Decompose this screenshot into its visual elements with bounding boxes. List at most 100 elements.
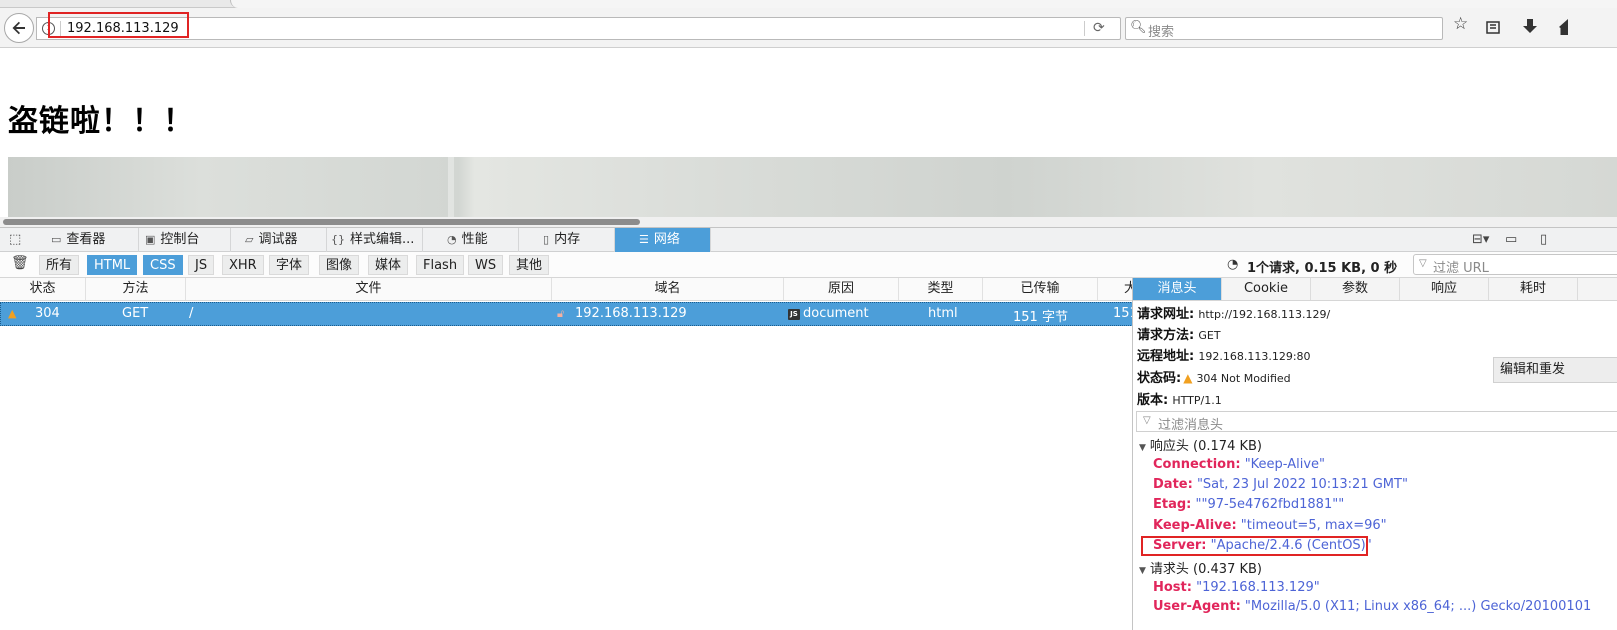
tab-console[interactable]: ▣ 控制台	[139, 228, 231, 252]
reload-icon[interactable]: ⟳	[1093, 20, 1105, 36]
header-value: "Mozilla/5.0 (X11; Linux x86_64; ...) Ge…	[1244, 599, 1592, 614]
column-size[interactable]: 大	[1098, 278, 1133, 300]
filter-images[interactable]: 图像	[319, 255, 360, 275]
tab-memory[interactable]: ▯ 内存	[519, 228, 615, 252]
header-name: Host:	[1153, 580, 1192, 595]
request-header-row: User-Agent: "Mozilla/5.0 (X11; Linux x86…	[1153, 599, 1617, 614]
summary-clock-icon: ◔	[1227, 257, 1239, 272]
tab-debugger[interactable]: ▱ 调试器	[231, 228, 327, 252]
filter-html[interactable]: HTML	[87, 255, 138, 275]
header-value: "192.168.113.129"	[1196, 580, 1320, 595]
back-arrow-icon	[12, 21, 25, 35]
filter-css[interactable]: CSS	[143, 255, 183, 275]
response-header-row: Connection: "Keep-Alive"	[1153, 457, 1325, 472]
scrollbar-thumb[interactable]	[3, 219, 640, 225]
response-headers-section[interactable]: ▼ 响应头 (0.174 KB)	[1139, 435, 1262, 454]
debugger-icon: ▱	[245, 233, 254, 246]
filter-media[interactable]: 媒体	[368, 255, 409, 275]
download-icon[interactable]	[1522, 18, 1538, 36]
console-icon: ▣	[145, 233, 156, 246]
search-icon: 🔍︎	[1130, 20, 1147, 35]
bookmarks-library-icon[interactable]	[1485, 19, 1501, 35]
column-file[interactable]: 文件	[186, 278, 552, 300]
element-picker-icon[interactable]: ⬚	[9, 232, 21, 247]
header-value: "Keep-Alive"	[1244, 457, 1326, 472]
tab-inspector[interactable]: ▭ 查看器	[36, 228, 139, 252]
response-headers-title: 响应头 (0.174 KB)	[1149, 439, 1262, 454]
row-type: html	[928, 306, 958, 321]
active-tab-edge[interactable]	[230, 0, 1617, 8]
header-value: "timeout=5, max=96"	[1240, 518, 1387, 533]
url-right-separator	[1084, 21, 1085, 36]
filter-all[interactable]: 所有	[39, 255, 80, 275]
tab-network[interactable]: ☰ 网络	[615, 228, 711, 252]
devtools-toolbar: ⬚ ▭ 查看器 ▣ 控制台 ▱ 调试器 {} 样式编辑... ◔ 性能 ▯ 内存 ☰ 网络 ⊟…	[0, 227, 1617, 252]
request-headers-section[interactable]: ▼ 请求头 (0.437 KB)	[1139, 558, 1262, 577]
filter-js[interactable]: JS	[188, 255, 215, 275]
url-highlight-box	[48, 12, 189, 38]
search-placeholder: 搜索	[1148, 25, 1175, 40]
collapse-triangle-icon: ▼	[1139, 443, 1146, 453]
remote-address-row: 远程地址: 192.168.113.129:80	[1137, 345, 1311, 364]
tab-timings[interactable]: 耗时	[1489, 278, 1578, 300]
header-name: Etag:	[1153, 497, 1192, 512]
url-bar[interactable]: i 192.168.113.129 ⟳	[36, 17, 1121, 40]
row-domain: 192.168.113.129	[575, 306, 687, 321]
request-url-value: http://192.168.113.129/	[1198, 308, 1331, 321]
version-label: 版本:	[1137, 393, 1169, 408]
tab-params[interactable]: 参数	[1311, 278, 1400, 300]
request-list-empty-area	[0, 327, 1133, 630]
tab-label: 网络	[653, 232, 680, 247]
status-code-value: 304 Not Modified	[1196, 372, 1291, 385]
column-type[interactable]: 类型	[899, 278, 983, 300]
panel-splitter[interactable]	[1132, 278, 1133, 630]
inspector-icon: ▭	[51, 233, 62, 246]
clear-trash-icon[interactable]: 🗑︎	[11, 255, 29, 271]
performance-icon: ◔	[447, 233, 457, 246]
request-method-value: GET	[1198, 329, 1221, 342]
version-row: 版本: HTTP/1.1	[1137, 389, 1222, 408]
dock-layout-icon[interactable]: ⊟▾	[1472, 232, 1489, 247]
edit-and-resend-button[interactable]: 编辑和重发	[1493, 357, 1617, 383]
column-cause[interactable]: 原因	[784, 278, 899, 300]
response-header-row: Keep-Alive: "timeout=5, max=96"	[1153, 518, 1387, 533]
filter-fonts[interactable]: 字体	[269, 255, 310, 275]
request-table-header: 状态 方法 文件 域名 原因 类型 已传输 大	[0, 278, 1133, 301]
column-method[interactable]: 方法	[86, 278, 186, 300]
header-value: ""97-5e4762fbd1881""	[1195, 497, 1345, 512]
home-icon[interactable]	[1558, 18, 1568, 36]
filter-flash[interactable]: Flash	[416, 255, 465, 275]
request-method-row: 请求方法: GET	[1137, 324, 1221, 343]
tab-label: 内存	[554, 232, 581, 247]
filter-ws[interactable]: WS	[468, 255, 504, 275]
tab-headers[interactable]: 消息头	[1133, 278, 1222, 300]
bookmark-star-icon[interactable]: ☆	[1453, 14, 1468, 34]
status-code-label: 状态码:	[1137, 371, 1182, 386]
tab-style-editor[interactable]: {} 样式编辑...	[327, 228, 423, 252]
header-filter-placeholder: 过滤消息头	[1158, 418, 1224, 433]
column-status[interactable]: 状态	[0, 278, 86, 300]
header-name: Connection:	[1153, 457, 1241, 472]
tab-cookie[interactable]: Cookie	[1222, 278, 1311, 300]
tab-performance[interactable]: ◔ 性能	[423, 228, 519, 252]
memory-icon: ▯	[543, 233, 550, 246]
search-bar[interactable]: 🔍︎ 搜索	[1125, 17, 1443, 40]
back-button[interactable]	[4, 13, 34, 43]
responsive-design-icon[interactable]: ▯	[1540, 232, 1547, 247]
url-filter-placeholder: 过滤 URL	[1433, 261, 1489, 276]
hotlinked-image	[8, 157, 1617, 217]
navigation-toolbar: i 192.168.113.129 ⟳ 🔍︎ 搜索 ☆	[0, 8, 1617, 48]
split-console-icon[interactable]: ▭	[1505, 232, 1517, 247]
row-transferred: 151 字节	[1013, 310, 1068, 325]
table-row[interactable]: ▲ 304 GET / 🔓︎ 192.168.113.129 JS docume…	[0, 302, 1133, 326]
row-size: 151	[1113, 306, 1132, 321]
tab-label: 查看器	[66, 232, 106, 247]
filter-other[interactable]: 其他	[509, 255, 550, 275]
filter-xhr[interactable]: XHR	[222, 255, 264, 275]
tab-response[interactable]: 响应	[1400, 278, 1489, 300]
header-filter-input[interactable]: ▽ 过滤消息头	[1136, 411, 1617, 433]
url-filter-input[interactable]: ▽ 过滤 URL	[1413, 254, 1617, 276]
request-summary: 1个请求, 0.15 KB, 0 秒	[1247, 261, 1398, 276]
column-domain[interactable]: 域名	[552, 278, 784, 300]
column-transferred[interactable]: 已传输	[983, 278, 1098, 300]
